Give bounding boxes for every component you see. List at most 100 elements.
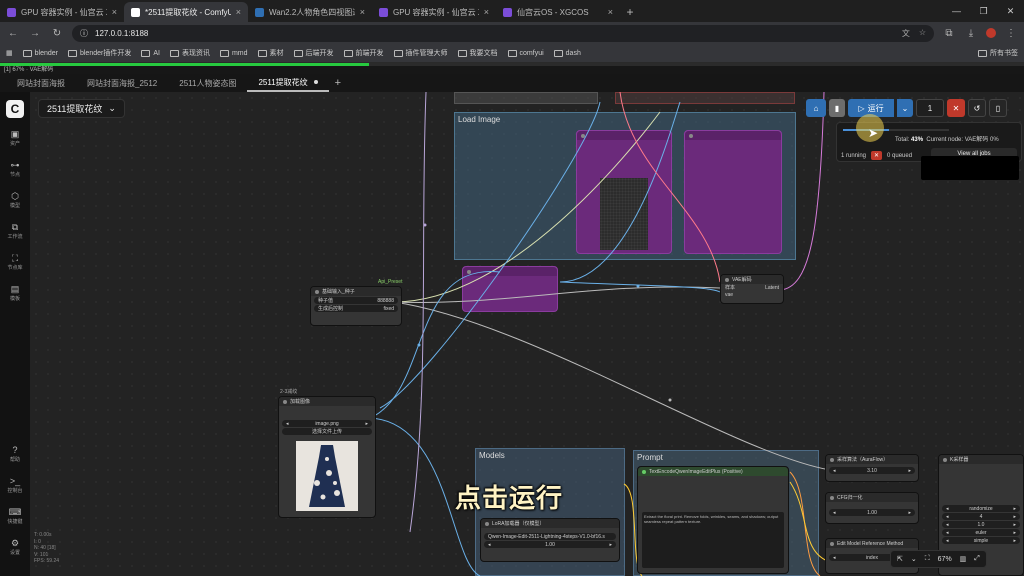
vae-decode-node[interactable]: VAE解码 样本 Latent vae	[720, 274, 784, 304]
close-tab-icon[interactable]: ×	[112, 7, 117, 17]
upload-button[interactable]: 选择文件上传	[282, 428, 372, 435]
new-tab-button[interactable]: +	[620, 2, 640, 22]
fit-view-icon[interactable]: ⛶	[922, 555, 933, 563]
extensions-icon[interactable]: ⧉	[942, 28, 956, 39]
lora-loader-node[interactable]: LoRA加载器（仅模型） Qwen-Image-Edit-2511-Lightn…	[480, 518, 620, 562]
browser-tab[interactable]: GPU 容器实例 - 仙宫云 Xiangong×	[0, 2, 124, 22]
seed-node[interactable]: 基础输入_种子 种子值 888888 生成后控制 fixed	[310, 286, 402, 326]
address-bar[interactable]: ⓘ 127.0.0.1:8188 文 ☆	[72, 24, 934, 42]
seed-value-widget[interactable]: 种子值 888888	[314, 297, 398, 304]
bookmark-button[interactable]: ▮	[829, 99, 845, 117]
stop-button[interactable]: ✕	[947, 99, 965, 117]
ksampler-control-widget[interactable]: ◂ randomize ▸	[942, 505, 1020, 512]
sidebar-item-console[interactable]: >_ 控制台	[0, 476, 30, 504]
sidebar-item-node-library[interactable]: ⛶ 节点库	[0, 253, 30, 281]
bookmark-folder[interactable]: 插件管理大师	[393, 48, 448, 58]
prompt-textarea[interactable]: Extract the floral print. Remove folds, …	[642, 512, 784, 568]
apps-icon[interactable]: ▦	[6, 49, 13, 57]
browser-navbar: ← → ↻ ⓘ 127.0.0.1:8188 文 ☆ ⧉ ⤓ ⋮	[0, 22, 1024, 44]
bookmark-folder[interactable]: 我要文档	[457, 48, 498, 58]
bookmark-folder[interactable]: comfyui	[507, 49, 544, 57]
sidebar-item-workflows[interactable]: ⧉ 工作流	[0, 222, 30, 250]
window-controls: — ❐ ✕	[943, 0, 1024, 22]
sidebar-item-help[interactable]: ? 帮助	[0, 445, 30, 473]
browser-tab-active[interactable]: *2511提取花纹 - ComfyUI ×	[124, 2, 248, 22]
panel-toggle-button[interactable]: ▯	[989, 99, 1007, 117]
bookmark-folder[interactable]: blender	[22, 49, 58, 57]
cancel-running-button[interactable]: ✕	[871, 151, 883, 160]
sidebar-item-settings[interactable]: ⚙ 设置	[0, 538, 30, 566]
browser-tab[interactable]: 仙宫云OS - XGCOS ×	[496, 2, 620, 22]
back-icon[interactable]: ←	[6, 28, 20, 39]
batch-count-input[interactable]: 1	[916, 99, 944, 117]
cfg-strength-widget[interactable]: ◂ 1.00 ▸	[829, 509, 915, 516]
bookmark-folder[interactable]: dash	[553, 49, 581, 57]
link-toggle-icon[interactable]: ⤢	[971, 555, 983, 563]
run-mode-dropdown[interactable]: ⌄	[897, 99, 913, 117]
menu-icon[interactable]: ⋮	[1004, 28, 1018, 39]
workflow-tab[interactable]: 网站封面海报_2512	[76, 74, 168, 92]
sidebar-item-shortcuts[interactable]: ⌨ 快捷键	[0, 507, 30, 535]
chevron-down-icon[interactable]: ⌄	[908, 555, 920, 563]
bookmark-folder[interactable]: AI	[141, 49, 160, 57]
bookmark-folder[interactable]: 后端开发	[293, 48, 334, 58]
prompt-node[interactable]: TextEncodeQwenImageEditPlus (Positive) E…	[637, 466, 789, 574]
ksampler-steps-widget[interactable]: ◂ 4 ▸	[942, 513, 1020, 520]
clear-button[interactable]: ⌂	[806, 99, 826, 117]
lora-model-widget[interactable]: Qwen-Image-Edit-2511-Lightning-4steps-V1…	[484, 533, 616, 540]
bookmark-folder[interactable]: 前端开发	[343, 48, 384, 58]
browser-tab[interactable]: Wan2.2人物角色四视图通用 -×	[248, 2, 372, 22]
download-icon[interactable]: ⤓	[964, 28, 978, 39]
image-file-widget[interactable]: ◂ image.png ▸	[282, 420, 372, 427]
close-tab-icon[interactable]: ×	[484, 7, 489, 17]
reload-icon[interactable]: ↻	[50, 28, 64, 39]
ksampler-cfg-widget[interactable]: ◂ 1.0 ▸	[942, 521, 1020, 528]
bookmark-star-icon[interactable]: ☆	[919, 28, 926, 39]
workflow-name-dropdown[interactable]: 2511提取花纹 ⌄	[38, 99, 125, 118]
history-button[interactable]: ↺	[968, 99, 986, 117]
sidebar-item-nodes[interactable]: ⊶ 节点	[0, 160, 30, 188]
ksampler-sampler-widget[interactable]: ◂ euler ▸	[942, 529, 1020, 536]
seed-control-widget[interactable]: 生成后控制 fixed	[314, 305, 398, 312]
workflow-tab-active[interactable]: 2511提取花纹	[247, 74, 329, 92]
bookmark-folder[interactable]: blender插件开发	[67, 48, 131, 58]
close-tab-icon[interactable]: ×	[236, 7, 241, 17]
browser-tab[interactable]: GPU 容器实例 - 仙宫云 Xiangong×	[372, 2, 496, 22]
group-top-left[interactable]	[454, 92, 598, 104]
workflow-tab[interactable]: 2511人物姿态图	[168, 74, 247, 92]
purple-node-3[interactable]	[462, 266, 558, 312]
comfy-logo[interactable]: C	[6, 100, 24, 118]
zoom-level[interactable]: 67%	[935, 556, 955, 563]
tooltip-box	[921, 156, 1019, 180]
graph-canvas[interactable]: Load Image Models Prompt 2511提取花纹 ⌄ Api_…	[30, 92, 1024, 576]
pointer-tool-icon[interactable]: ⇱	[894, 555, 906, 563]
purple-node-2[interactable]	[684, 130, 782, 254]
sampler-shift-widget[interactable]: ◂ 3.10 ▸	[829, 467, 915, 474]
all-bookmarks[interactable]: 所有书签	[978, 48, 1018, 58]
close-window-icon[interactable]: ✕	[997, 0, 1024, 22]
sidebar-item-assets[interactable]: ▣ 资产	[0, 129, 30, 157]
sidebar-item-models[interactable]: ⬡ 模型	[0, 191, 30, 219]
folder-icon	[978, 49, 987, 57]
bookmark-folder[interactable]: 素材	[257, 48, 284, 58]
cfg-norm-node[interactable]: CFG归一化 ◂ 1.00 ▸	[825, 492, 919, 524]
site-info-icon[interactable]: ⓘ	[80, 28, 88, 39]
minimap-icon[interactable]: ▥	[957, 555, 970, 563]
close-tab-icon[interactable]: ×	[360, 7, 365, 17]
close-tab-icon[interactable]: ×	[608, 7, 613, 17]
bookmark-folder[interactable]: 表现资讯	[169, 48, 210, 58]
sampler-auraflow-node[interactable]: 采样算法（AuraFlow） ◂ 3.10 ▸	[825, 454, 919, 482]
ksampler-scheduler-widget[interactable]: ◂ simple ▸	[942, 537, 1020, 544]
maximize-icon[interactable]: ❐	[970, 0, 997, 22]
add-workflow-button[interactable]: +	[329, 77, 347, 89]
group-top-right[interactable]	[615, 92, 795, 104]
profile-avatar[interactable]	[986, 28, 996, 38]
bookmark-folder[interactable]: mmd	[219, 49, 248, 57]
folder-icon	[141, 49, 151, 57]
forward-icon[interactable]: →	[28, 28, 42, 39]
translate-icon[interactable]: 文	[902, 28, 910, 39]
workflow-tab[interactable]: 网站封面海报	[6, 74, 76, 92]
lora-strength-widget[interactable]: ◂ 1.00 ▸	[484, 541, 616, 548]
sidebar-item-templates[interactable]: ▤ 模板	[0, 284, 30, 312]
minimize-icon[interactable]: —	[943, 0, 970, 22]
